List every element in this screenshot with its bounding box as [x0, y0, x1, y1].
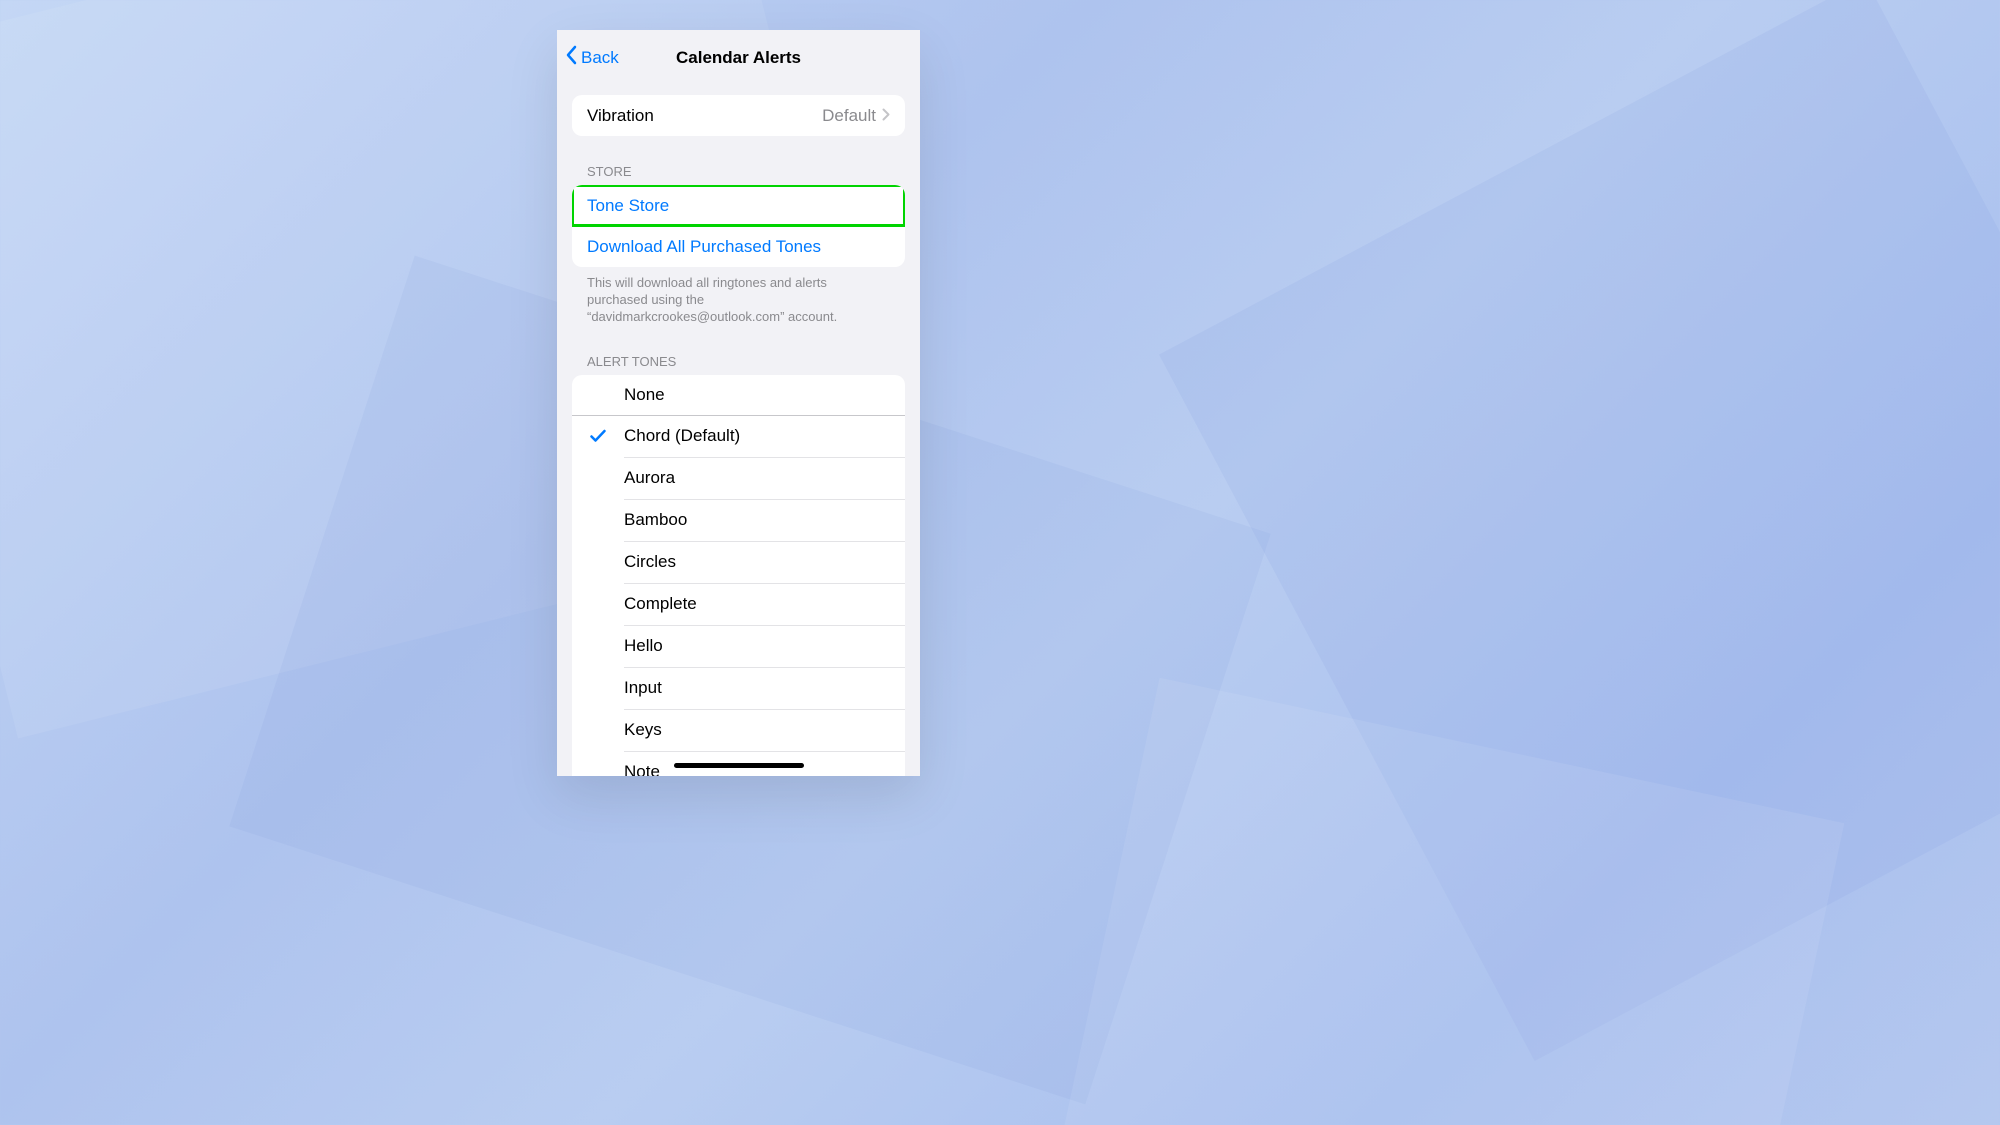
alert-tone-row[interactable]: Circles [572, 542, 905, 583]
chevron-right-icon [882, 106, 890, 126]
back-label: Back [581, 48, 619, 68]
alert-tone-label: Input [624, 678, 662, 698]
tone-store-row[interactable]: Tone Store [572, 185, 905, 226]
store-section-header: STORE [587, 164, 890, 179]
alert-tone-label: Keys [624, 720, 662, 740]
vibration-label: Vibration [587, 106, 654, 126]
settings-screen: Back Calendar Alerts Vibration Default S… [557, 30, 920, 776]
download-purchased-label: Download All Purchased Tones [587, 237, 821, 257]
alert-tone-row[interactable]: Keys [572, 710, 905, 751]
alert-tone-label: Aurora [624, 468, 675, 488]
download-purchased-row[interactable]: Download All Purchased Tones [572, 226, 905, 267]
alert-tones-group: None Chord (Default) Aurora Bamboo Circles C… [572, 375, 905, 776]
alert-tone-label: Complete [624, 594, 697, 614]
alert-tones-section-header: ALERT TONES [587, 354, 890, 369]
vibration-row[interactable]: Vibration Default [572, 95, 905, 136]
alert-tone-row[interactable]: Bamboo [572, 500, 905, 541]
alert-tone-label: Note [624, 762, 660, 776]
alert-tone-label: Hello [624, 636, 663, 656]
alert-tone-label: None [624, 385, 665, 405]
alert-tone-row[interactable]: Hello [572, 626, 905, 667]
home-indicator[interactable] [674, 763, 804, 768]
vibration-value: Default [822, 106, 890, 126]
store-group: Tone Store Download All Purchased Tones [572, 185, 905, 267]
alert-tone-none[interactable]: None [572, 375, 905, 416]
alert-tone-row[interactable]: Chord (Default) [572, 416, 905, 457]
vibration-group: Vibration Default [572, 95, 905, 136]
chevron-left-icon [565, 45, 577, 70]
back-button[interactable]: Back [565, 30, 619, 85]
alert-tone-row[interactable]: Aurora [572, 458, 905, 499]
checkmark-icon [590, 429, 606, 443]
page-title: Calendar Alerts [676, 48, 801, 68]
checkmark-slot [572, 429, 624, 443]
navbar: Back Calendar Alerts [557, 30, 920, 85]
alert-tone-label: Circles [624, 552, 676, 572]
alert-tone-label: Bamboo [624, 510, 687, 530]
alert-tone-label: Chord (Default) [624, 426, 740, 446]
tone-store-label: Tone Store [587, 196, 669, 216]
alert-tone-row[interactable]: Input [572, 668, 905, 709]
alert-tone-row[interactable]: Complete [572, 584, 905, 625]
store-section-footer: This will download all ringtones and ale… [587, 275, 890, 326]
